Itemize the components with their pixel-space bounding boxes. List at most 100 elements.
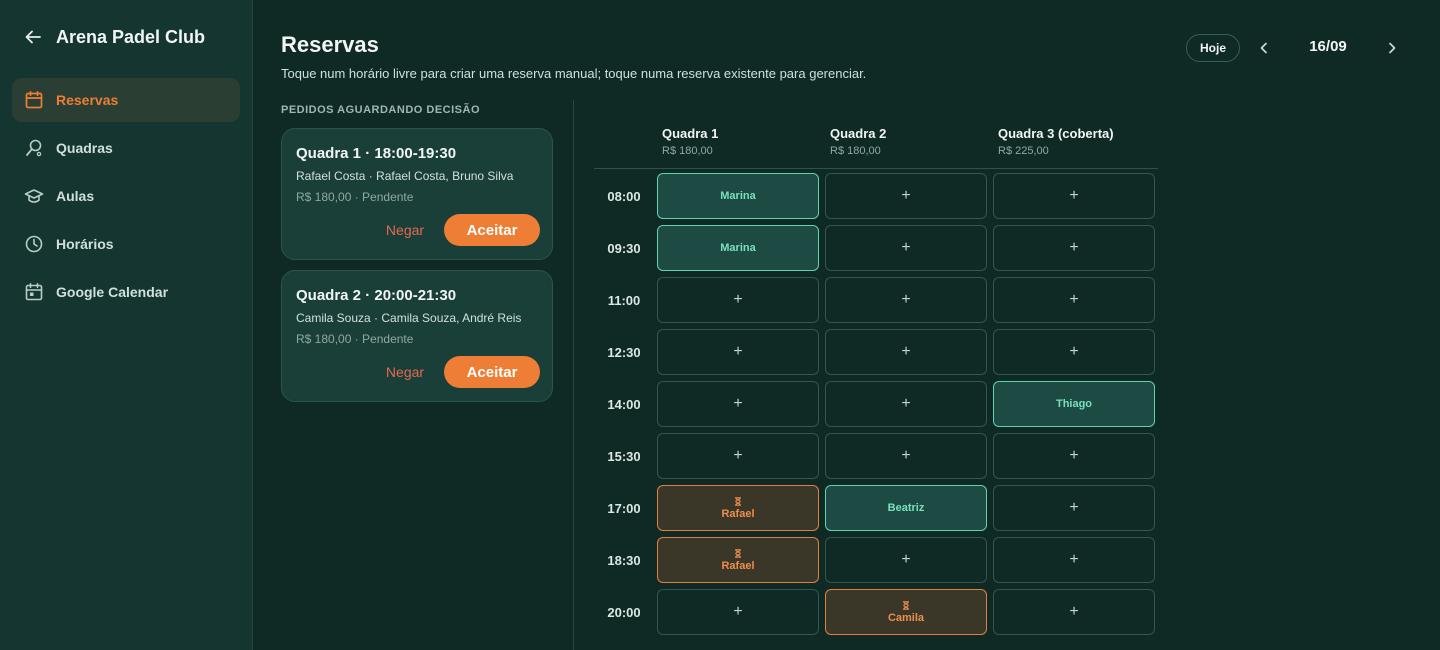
plus-icon: + [901,343,911,360]
app-title: Arena Padel Club [56,26,206,47]
slot-player-name: Rafael [721,507,755,520]
today-button[interactable]: Hoje [1186,34,1240,62]
plus-icon: + [733,603,743,620]
plus-icon: + [1069,343,1079,360]
booked-slot[interactable]: Marina [657,173,819,219]
plus-icon: + [901,447,911,464]
grid-header-divider [594,168,1158,169]
empty-slot[interactable]: + [993,589,1155,635]
pending-slot[interactable]: Camila [825,589,987,635]
page-title: Reservas [281,32,379,57]
back-arrow-icon[interactable] [24,28,42,46]
plus-icon: + [1069,291,1079,308]
time-label: 12:30 [607,345,641,360]
slot-player-name: Camila [887,611,925,624]
time-label: 18:30 [607,553,641,568]
empty-slot[interactable]: + [993,433,1155,479]
plus-icon: + [1069,239,1079,256]
empty-slot[interactable]: + [993,173,1155,219]
hourglass-icon [902,600,910,610]
court-price: R$ 180,00 [662,145,713,157]
empty-slot[interactable]: + [657,433,819,479]
plus-icon: + [733,447,743,464]
empty-slot[interactable]: + [993,277,1155,323]
time-label: 15:30 [607,449,641,464]
sidebar: Arena Padel Club Reservas Quadras Aulas … [0,0,253,650]
slot-player-name: Beatriz [887,502,925,514]
chevron-right-icon[interactable] [1382,38,1402,58]
request-players: Camila Souza · Camila Souza, André Reis [296,311,522,325]
sidebar-item-google-calendar[interactable]: Google Calendar [12,270,240,314]
request-players: Rafael Costa · Rafael Costa, Bruno Silva [296,169,514,183]
court-header-quadra-3: Quadra 3 (coberta) R$ 225,00 [998,126,1114,157]
empty-slot[interactable]: + [657,381,819,427]
sidebar-item-quadras[interactable]: Quadras [12,126,240,170]
court-price: R$ 180,00 [830,145,881,157]
plus-icon: + [1069,447,1079,464]
request-meta: R$ 180,00 · Pendente [296,190,414,204]
calendar-sync-icon [24,282,44,302]
plus-icon: + [901,551,911,568]
time-label: 08:00 [607,189,641,204]
request-title: Quadra 2 · 20:00-21:30 [296,287,457,304]
plus-icon: + [901,395,911,412]
empty-slot[interactable]: + [825,381,987,427]
time-label: 11:00 [607,293,641,308]
empty-slot[interactable]: + [657,589,819,635]
sidebar-item-label: Reservas [56,92,119,108]
empty-slot[interactable]: + [825,173,987,219]
booked-slot[interactable]: Thiago [993,381,1155,427]
accept-button[interactable]: Aceitar [444,214,540,246]
clock-icon [24,234,44,254]
empty-slot[interactable]: + [993,329,1155,375]
sidebar-item-reservas[interactable]: Reservas [12,78,240,122]
deny-button[interactable]: Negar [376,215,434,245]
hourglass-icon [734,496,742,506]
request-meta: R$ 180,00 · Pendente [296,332,414,346]
slot-player-name: Marina [720,242,756,254]
plus-icon: + [901,187,911,204]
pending-slot[interactable]: Rafael [657,537,819,583]
pending-slot[interactable]: Rafael [657,485,819,531]
court-header-quadra-1: Quadra 1 R$ 180,00 [662,126,718,157]
pending-request-card: Quadra 1 · 18:00-19:30 Rafael Costa · Ra… [281,128,553,260]
empty-slot[interactable]: + [825,277,987,323]
section-divider [573,100,574,650]
plus-icon: + [1069,187,1079,204]
brand: Arena Padel Club [24,26,205,48]
booked-slot[interactable]: Beatriz [825,485,987,531]
empty-slot[interactable]: + [825,225,987,271]
empty-slot[interactable]: + [993,485,1155,531]
empty-slot[interactable]: + [825,329,987,375]
empty-slot[interactable]: + [825,433,987,479]
time-label: 17:00 [607,501,641,516]
plus-icon: + [1069,499,1079,516]
pending-request-card: Quadra 2 · 20:00-21:30 Camila Souza · Ca… [281,270,553,402]
sidebar-item-horarios[interactable]: Horários [12,222,240,266]
calendar-icon [24,90,44,110]
hourglass-icon [734,548,742,558]
empty-slot[interactable]: + [825,537,987,583]
sidebar-item-label: Quadras [56,140,113,156]
sidebar-item-label: Google Calendar [56,284,169,300]
plus-icon: + [733,291,743,308]
empty-slot[interactable]: + [993,537,1155,583]
accept-button[interactable]: Aceitar [444,356,540,388]
slot-player-name: Marina [720,190,756,202]
empty-slot[interactable]: + [657,329,819,375]
plus-icon: + [901,291,911,308]
graduation-cap-icon [24,186,44,206]
empty-slot[interactable]: + [993,225,1155,271]
booked-slot[interactable]: Marina [657,225,819,271]
empty-slot[interactable]: + [657,277,819,323]
time-label: 09:30 [607,241,641,256]
slot-player-name: Rafael [721,559,755,572]
plus-icon: + [1069,551,1079,568]
plus-icon: + [733,395,743,412]
pending-section-title: PEDIDOS AGUARDANDO DECISÃO [281,104,480,116]
deny-button[interactable]: Negar [376,357,434,387]
time-label: 20:00 [607,605,641,620]
sidebar-nav: Reservas Quadras Aulas Horários Google C… [12,78,240,318]
sidebar-item-aulas[interactable]: Aulas [12,174,240,218]
chevron-left-icon[interactable] [1254,38,1274,58]
